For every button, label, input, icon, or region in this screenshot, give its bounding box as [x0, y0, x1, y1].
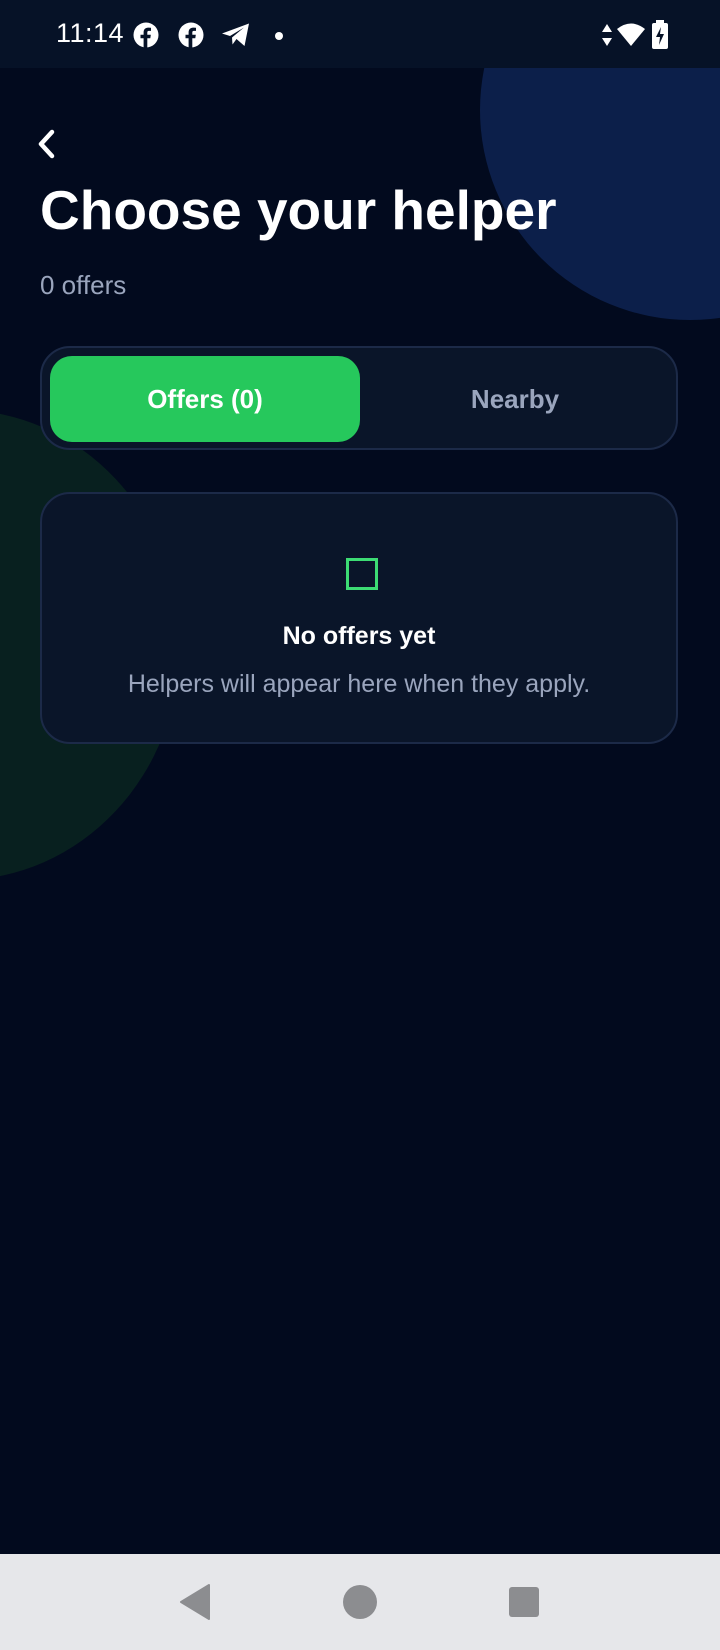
status-bar: 11:14 [0, 0, 720, 68]
back-triangle-icon [180, 1584, 210, 1620]
recents-square-icon [509, 1587, 539, 1617]
screen: 11:14 Choose your helper 0 offers Offers… [0, 0, 720, 1650]
back-button[interactable] [36, 124, 70, 164]
empty-state-title: No offers yet [282, 622, 436, 650]
empty-state-message: Helpers will appear here when they apply… [127, 670, 591, 698]
page-title: Choose your helper [40, 179, 557, 241]
tab-nearby[interactable]: Nearby [360, 356, 670, 442]
tab-offers[interactable]: Offers (0) [50, 356, 360, 442]
chevron-left-icon [38, 129, 55, 159]
data-arrows-icon [600, 22, 614, 48]
battery-charging-icon [651, 20, 669, 50]
wifi-icon [616, 22, 646, 48]
notification-dot [275, 32, 283, 40]
facebook-icon [178, 22, 204, 48]
nav-recents-button[interactable] [500, 1578, 548, 1626]
empty-state-card: No offers yet Helpers will appear here w… [40, 492, 678, 744]
nav-home-button[interactable] [336, 1578, 384, 1626]
telegram-icon [221, 22, 251, 48]
offer-count: 0 offers [40, 270, 127, 300]
facebook-icon [133, 22, 159, 48]
tab-bar: Offers (0) Nearby [40, 346, 678, 450]
nav-back-button[interactable] [171, 1578, 219, 1626]
home-circle-icon [343, 1585, 377, 1619]
square-outline-icon [346, 558, 378, 590]
status-time: 11:14 [56, 18, 125, 48]
system-nav-bar [0, 1554, 720, 1650]
